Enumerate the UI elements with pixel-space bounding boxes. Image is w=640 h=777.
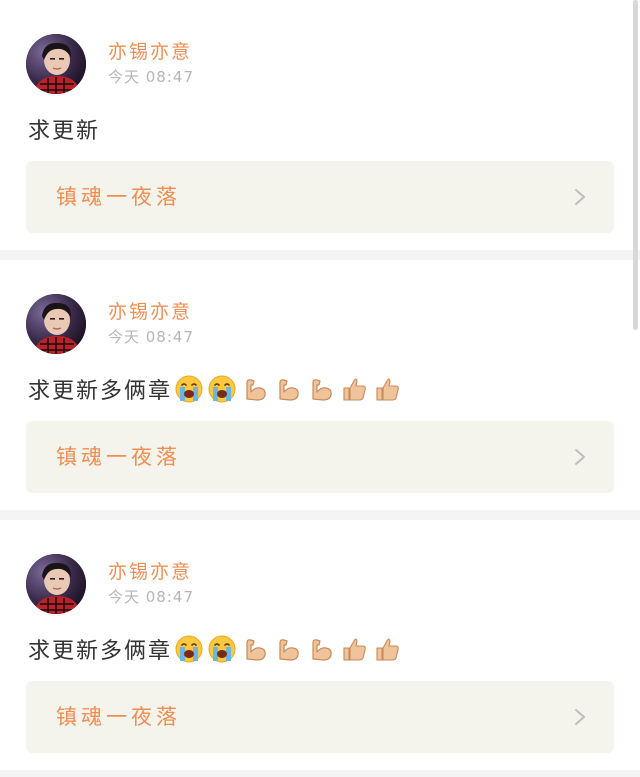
flexed-biceps-icon bbox=[279, 639, 299, 661]
author-name[interactable]: 亦锡亦意 bbox=[108, 41, 192, 63]
comment-feed: 亦锡亦意 今天 08:47 求更新 镇魂一夜落 亦锡亦意 今天 08:47 求更… bbox=[0, 0, 640, 770]
comment-text: 求更新 bbox=[28, 119, 101, 144]
timestamp: 今天 08:47 bbox=[108, 328, 194, 346]
author-name[interactable]: 亦锡亦意 bbox=[108, 301, 192, 323]
comment-text-row: 求更新多俩章 bbox=[28, 373, 405, 405]
emoji-list bbox=[174, 374, 405, 404]
timestamp: 今天 08:47 bbox=[108, 588, 194, 606]
thumbs-up-icon bbox=[343, 638, 366, 661]
author-name[interactable]: 亦锡亦意 bbox=[108, 561, 192, 583]
linked-work-card[interactable]: 镇魂一夜落 bbox=[26, 681, 614, 753]
chevron-right-icon bbox=[575, 189, 585, 205]
thumbs-up-icon bbox=[343, 378, 366, 401]
linked-work-title: 镇魂一夜落 bbox=[56, 445, 181, 469]
comment-text-row: 求更新 bbox=[28, 113, 102, 145]
flexed-biceps-icon bbox=[279, 379, 299, 401]
flexed-biceps-icon bbox=[312, 639, 332, 661]
avatar[interactable] bbox=[26, 34, 86, 94]
thumbs-up-icon bbox=[376, 638, 399, 661]
chevron-right-icon bbox=[575, 449, 585, 465]
crying-face-icon bbox=[175, 375, 203, 403]
linked-work-title: 镇魂一夜落 bbox=[56, 185, 181, 209]
crying-face-icon bbox=[175, 635, 203, 663]
comment-text-row: 求更新多俩章 bbox=[28, 633, 405, 665]
comment-card: 亦锡亦意 今天 08:47 求更新 镇魂一夜落 bbox=[0, 0, 640, 250]
flexed-biceps-icon bbox=[246, 639, 266, 661]
avatar[interactable] bbox=[26, 294, 86, 354]
chevron-right-icon bbox=[575, 709, 585, 725]
comment-card: 亦锡亦意 今天 08:47 求更新多俩章 镇魂一夜落 bbox=[0, 260, 640, 510]
avatar[interactable] bbox=[26, 554, 86, 614]
flexed-biceps-icon bbox=[312, 379, 332, 401]
crying-face-icon bbox=[208, 375, 236, 403]
comment-card: 亦锡亦意 今天 08:47 求更新多俩章 镇魂一夜落 bbox=[0, 520, 640, 770]
linked-work-card[interactable]: 镇魂一夜落 bbox=[26, 161, 614, 233]
crying-face-icon bbox=[208, 635, 236, 663]
comment-text: 求更新多俩章 bbox=[28, 379, 173, 404]
linked-work-title: 镇魂一夜落 bbox=[56, 705, 181, 729]
comment-text: 求更新多俩章 bbox=[28, 639, 173, 664]
emoji-list bbox=[174, 634, 405, 664]
linked-work-card[interactable]: 镇魂一夜落 bbox=[26, 421, 614, 493]
timestamp: 今天 08:47 bbox=[108, 68, 194, 86]
scrollbar[interactable] bbox=[633, 0, 638, 330]
thumbs-up-icon bbox=[376, 378, 399, 401]
flexed-biceps-icon bbox=[246, 379, 266, 401]
